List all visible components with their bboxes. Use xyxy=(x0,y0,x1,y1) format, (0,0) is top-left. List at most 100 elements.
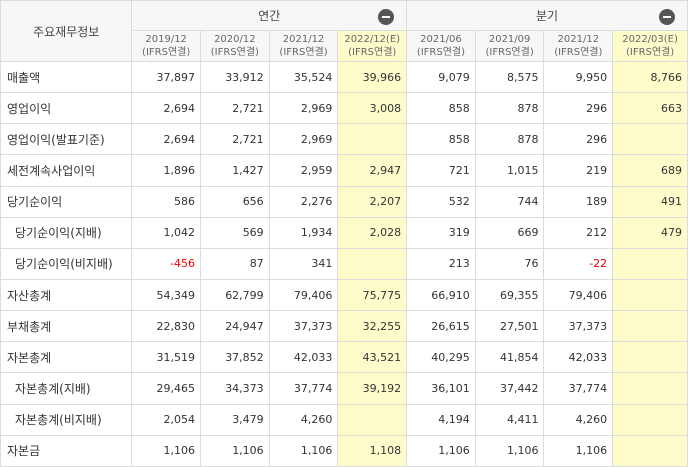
period-date: 2022/12(E) xyxy=(344,34,401,45)
period-date: 2021/12 xyxy=(557,34,600,45)
row-label: 당기순이익 xyxy=(0,185,133,218)
table-cell: 36,101 xyxy=(406,372,476,405)
table-cell: -456 xyxy=(131,247,201,280)
table-cell: 69,355 xyxy=(474,278,545,312)
table-cell: 79,406 xyxy=(268,278,339,312)
table-cell: 1,042 xyxy=(131,216,201,249)
table-cell: 2,694 xyxy=(131,123,201,156)
table-cell: 35,524 xyxy=(268,60,339,94)
table-cell xyxy=(612,310,688,343)
period-header: 2020/12 (IFRS연결) xyxy=(200,30,270,62)
table-cell: 2,028 xyxy=(337,216,408,249)
table-row: 당기순이익(비지배) -456 87 341 213 76 -22 xyxy=(0,247,688,280)
table-cell: 2,947 xyxy=(337,154,408,187)
row-label: 자산총계 xyxy=(0,278,133,312)
table-cell: 669 xyxy=(474,216,545,249)
table-cell: 858 xyxy=(406,92,476,125)
table-cell: 43,521 xyxy=(337,341,408,374)
table-cell: 721 xyxy=(406,154,476,187)
table-cell: 39,966 xyxy=(337,60,408,94)
row-label: 자본총계(지배) xyxy=(0,372,133,405)
table-cell: 219 xyxy=(543,154,614,187)
table-cell: 532 xyxy=(406,185,476,218)
table-cell: 4,411 xyxy=(474,403,545,436)
table-cell: 2,694 xyxy=(131,92,201,125)
row-label: 당기순이익(지배) xyxy=(0,216,133,249)
period-header: 2021/12 (IFRS연결) xyxy=(268,30,339,62)
table-cell: 37,774 xyxy=(543,372,614,405)
period-basis: (IFRS연결) xyxy=(625,47,675,58)
table-cell: 878 xyxy=(474,92,545,125)
table-cell: 2,969 xyxy=(268,92,339,125)
table-cell: 37,373 xyxy=(543,310,614,343)
table-cell: 479 xyxy=(612,216,688,249)
period-basis: (IFRS연결) xyxy=(279,47,328,58)
table-cell: 586 xyxy=(131,185,201,218)
table-cell: 37,774 xyxy=(268,372,339,405)
table-cell: 656 xyxy=(200,185,270,218)
table-row: 당기순이익(지배) 1,042 569 1,934 2,028 319 669 212 479 xyxy=(0,216,688,249)
table-cell: 296 xyxy=(543,92,614,125)
table-row: 부채총계 22,830 24,947 37,373 32,255 26,615 27,501… xyxy=(0,310,688,343)
table-cell: 54,349 xyxy=(131,278,201,312)
table-cell: 42,033 xyxy=(543,341,614,374)
table-cell: 341 xyxy=(268,247,339,280)
table-cell: 8,575 xyxy=(474,60,545,94)
table-cell: 42,033 xyxy=(268,341,339,374)
table-cell xyxy=(612,278,688,312)
table-cell: 26,615 xyxy=(406,310,476,343)
period-header: 2019/12 (IFRS연결) xyxy=(131,30,201,62)
period-date: 2021/09 xyxy=(488,34,531,45)
table-cell: 2,207 xyxy=(337,185,408,218)
table-cell: 37,373 xyxy=(268,310,339,343)
table-cell: 39,192 xyxy=(337,372,408,405)
table-cell: 37,442 xyxy=(474,372,545,405)
table-cell: 2,276 xyxy=(268,185,339,218)
table-cell: 663 xyxy=(612,92,688,125)
table-cell: 3,479 xyxy=(200,403,270,436)
table-cell: 79,406 xyxy=(543,278,614,312)
table-cell xyxy=(337,123,408,156)
table-cell xyxy=(337,403,408,436)
table-cell: 569 xyxy=(200,216,270,249)
row-label: 세전계속사업이익 xyxy=(0,154,133,187)
annual-collapse-icon[interactable] xyxy=(378,9,395,25)
period-basis: (IFRS연결) xyxy=(210,47,259,58)
table-cell: 858 xyxy=(406,123,476,156)
table-cell xyxy=(612,372,688,405)
period-basis: (IFRS연결) xyxy=(554,47,603,58)
table-row: 영업이익 2,694 2,721 2,969 3,008 858 878 296 663 xyxy=(0,92,688,125)
period-basis: (IFRS연결) xyxy=(142,47,191,58)
table-row: 영업이익(발표기준) 2,694 2,721 2,969 858 878 296 xyxy=(0,123,688,156)
quarter-group-header: 분기 xyxy=(406,0,688,31)
table-cell: 29,465 xyxy=(131,372,201,405)
row-label: 당기순이익(비지배) xyxy=(0,247,133,280)
table-row: 당기순이익 586 656 2,276 2,207 532 744 189 491 xyxy=(0,185,688,218)
table-cell: 2,959 xyxy=(268,154,339,187)
row-label: 매출액 xyxy=(0,60,133,94)
table-cell xyxy=(337,247,408,280)
table-cell: 3,008 xyxy=(337,92,408,125)
table-cell: 189 xyxy=(543,185,614,218)
table-cell: 2,969 xyxy=(268,123,339,156)
period-date: 2020/12 xyxy=(214,34,256,45)
period-basis: (IFRS연결) xyxy=(416,47,466,58)
table-cell: 1,934 xyxy=(268,216,339,249)
period-header: 2022/03(E) (IFRS연결) xyxy=(612,30,688,62)
table-row: 매출액 37,897 33,912 35,524 39,966 9,079 8,575 9,9… xyxy=(0,60,688,94)
table-cell: 32,255 xyxy=(337,310,408,343)
row-label: 영업이익(발표기준) xyxy=(0,123,133,156)
period-date: 2021/12 xyxy=(282,34,325,45)
quarter-collapse-icon[interactable] xyxy=(659,9,675,25)
table-cell: 33,912 xyxy=(200,60,270,94)
table-cell: 1,427 xyxy=(200,154,270,187)
period-header: 2021/12 (IFRS연결) xyxy=(543,30,614,62)
table-cell: 62,799 xyxy=(200,278,270,312)
period-basis: (IFRS연결) xyxy=(485,47,534,58)
period-header: 2022/12(E) (IFRS연결) xyxy=(337,30,408,62)
table-cell: 87 xyxy=(200,247,270,280)
financial-summary-table: 주요재무정보 연간 분기 2019/12 (IFRS연결) 2020/12 (IFRS… xyxy=(0,0,688,467)
table-cell: 2,721 xyxy=(200,92,270,125)
row-label: 자본총계(비지배) xyxy=(0,403,133,436)
table-cell: 34,373 xyxy=(200,372,270,405)
